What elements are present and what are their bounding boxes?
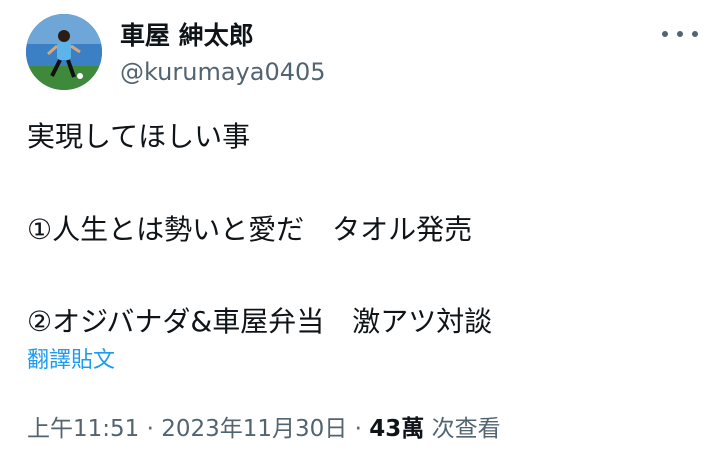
author-handle[interactable]: @kurumaya0405 [120,57,326,87]
views-label: 次查看 [424,416,501,442]
dot [677,31,683,37]
tweet-text-line: 実現してほしい事 [27,120,251,153]
avatar[interactable] [26,14,102,90]
dot [662,31,668,37]
player-avatar-icon [26,14,102,90]
meta-separator: · [139,416,162,442]
tweet-text-line: ①人生とは勢いと愛だ タオル発売 [27,213,473,246]
author-display-name[interactable]: 車屋 紳太郎 [120,20,254,52]
views-count[interactable]: 43萬 [369,416,424,442]
meta-separator: · [347,416,370,442]
dot [692,31,698,37]
tweet-time[interactable]: 上午11:51 [27,416,139,442]
tweet-meta: 上午11:51 · 2023年11月30日 · 43萬 次查看 [27,413,501,445]
tweet-date[interactable]: 2023年11月30日 [161,416,347,442]
translate-post-link[interactable]: 翻譯貼文 [27,346,115,376]
tweet-card: 車屋 紳太郎 @kurumaya0405 実現してほしい事 ①人生とは勢いと愛だ… [0,0,720,464]
more-dots-icon[interactable] [662,26,698,42]
tweet-text-line: ②オジバナダ&車屋弁当 激アツ対談 [27,305,493,338]
